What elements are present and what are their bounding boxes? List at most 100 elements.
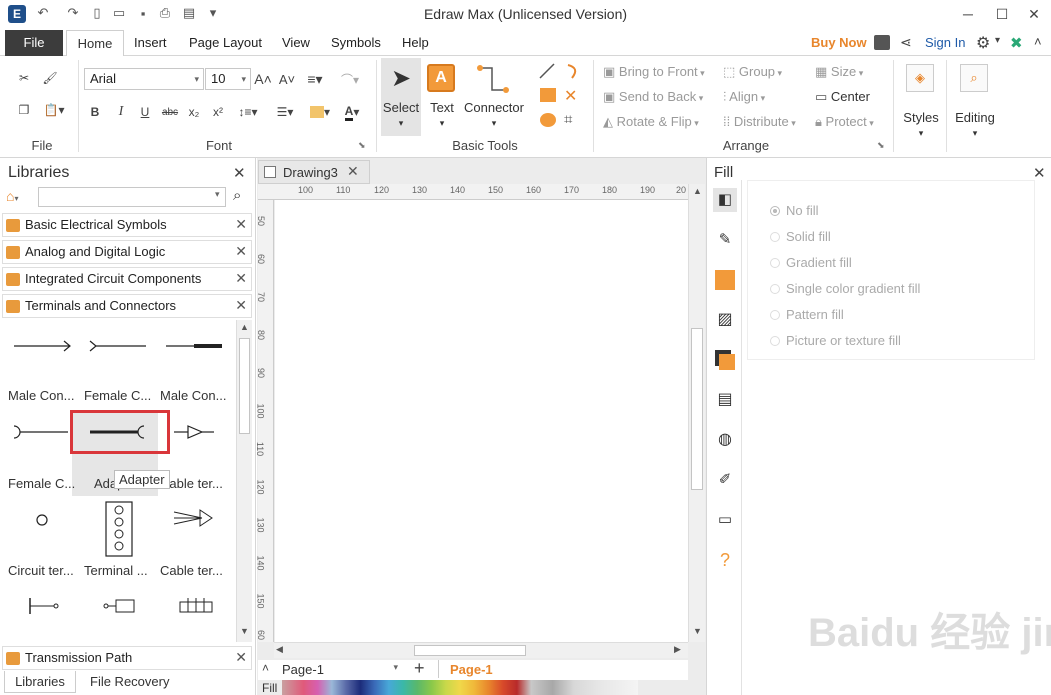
library-item-basic-electrical[interactable]: Basic Electrical Symbols ✕	[2, 213, 252, 237]
font-color-icon[interactable]: A ▾	[340, 103, 364, 121]
image-icon[interactable]: ▨	[713, 308, 737, 332]
layers-icon[interactable]	[713, 348, 737, 372]
edraw-apps-icon[interactable]: ✖	[1010, 34, 1023, 52]
close-libraries-icon[interactable]: ✕	[233, 164, 246, 182]
arc-tool-icon[interactable]	[564, 62, 582, 80]
symbol-cable-terminal-2[interactable]	[172, 506, 218, 530]
copy-icon[interactable]: ❐	[14, 100, 34, 120]
rotate-flip-button[interactable]: ◭ Rotate & Flip ▾	[603, 114, 699, 130]
fill-bucket-icon[interactable]: ◧	[713, 188, 737, 212]
close-library-icon[interactable]: ✕	[235, 270, 247, 287]
settings-dropdown-icon[interactable]: ▾	[995, 35, 1000, 46]
styles-button[interactable]: ◈ Styles ▾	[900, 60, 942, 146]
account-card-icon[interactable]	[874, 35, 890, 50]
font-name-select[interactable]: Arial ▾	[84, 68, 204, 90]
page-tab-active[interactable]: Page-1	[450, 662, 493, 677]
help-icon[interactable]: ?	[713, 548, 737, 572]
strikethrough-icon[interactable]: abc	[160, 103, 180, 121]
distribute-button[interactable]: ⁞⁞ Distribute ▾	[723, 114, 796, 129]
symbol-terminal-block[interactable]	[104, 500, 134, 558]
cut-icon[interactable]: ✂	[14, 68, 34, 88]
subscript-icon[interactable]: x₂	[186, 103, 202, 121]
symbol-female-connector-2[interactable]	[10, 422, 72, 442]
library-search-input[interactable]	[38, 187, 226, 207]
format-painter-icon[interactable]: 🖌	[40, 68, 60, 88]
symbol-socket[interactable]	[102, 596, 138, 616]
close-window-button[interactable]: ✕	[1014, 2, 1051, 26]
ribbon-collapse-icon[interactable]: ˄	[1034, 34, 1042, 49]
scroll-down-icon[interactable]: ▼	[693, 626, 702, 636]
fill-option-gradient[interactable]: Gradient fill	[770, 255, 852, 270]
shrink-font-icon[interactable]: A˅	[278, 69, 296, 89]
home-icon[interactable]: ⌂▾	[6, 188, 18, 204]
protect-button[interactable]: 🔒︎ Protect ▾	[815, 114, 874, 130]
scroll-thumb[interactable]	[239, 338, 250, 434]
align-button[interactable]: ⫶ Align ▾	[723, 89, 765, 105]
close-library-icon[interactable]: ✕	[235, 243, 247, 260]
line-tool-icon[interactable]	[538, 62, 556, 80]
tab-home[interactable]: Home	[66, 30, 124, 57]
tab-help[interactable]: Help	[402, 30, 429, 56]
library-item-terminals-connectors[interactable]: Terminals and Connectors ✕	[2, 294, 252, 318]
line-style-icon[interactable]: ✎	[713, 228, 737, 252]
text-align-icon[interactable]: ≡▾	[304, 69, 326, 89]
symbol-circuit-terminal[interactable]	[32, 510, 52, 530]
note-edit-icon[interactable]: ✐	[713, 468, 737, 492]
tab-page-layout[interactable]: Page Layout	[189, 30, 262, 56]
symbol-adapter[interactable]	[88, 422, 150, 442]
scroll-thumb[interactable]	[414, 645, 526, 656]
select-tool-button[interactable]: ➤ Select ▾	[381, 58, 421, 136]
cross-tool-icon[interactable]: ✕	[564, 86, 577, 106]
scroll-left-icon[interactable]: ◀	[276, 644, 283, 655]
underline-icon[interactable]: U	[138, 103, 152, 121]
symbol-terminal-strip[interactable]	[176, 596, 216, 616]
line-spacing-icon[interactable]: ↕≡▾	[234, 103, 262, 121]
close-library-icon[interactable]: ✕	[235, 297, 247, 314]
symbol-cable-terminal[interactable]	[172, 422, 218, 442]
symbol-female-connector[interactable]	[88, 336, 150, 356]
fill-option-picture-texture[interactable]: Picture or texture fill	[770, 333, 901, 348]
editing-button[interactable]: ⌕ Editing ▾	[952, 60, 998, 146]
color-palette[interactable]	[282, 680, 638, 695]
bold-icon[interactable]: B	[88, 103, 102, 121]
connector-tool-button[interactable]: Connector ▾	[462, 58, 526, 136]
size-button[interactable]: ▦ Size ▾	[815, 64, 863, 80]
close-library-icon[interactable]: ✕	[235, 216, 247, 233]
font-dialog-launcher-icon[interactable]: ⬊	[358, 140, 366, 151]
scroll-right-icon[interactable]: ▶	[674, 644, 681, 655]
file-menu[interactable]: File	[5, 30, 63, 56]
share-icon[interactable]: ⋖	[900, 34, 912, 51]
tab-insert[interactable]: Insert	[134, 30, 167, 56]
library-item-integrated-circuit[interactable]: Integrated Circuit Components ✕	[2, 267, 252, 291]
send-to-back-button[interactable]: ▣ Send to Back ▾	[603, 89, 703, 105]
close-library-icon[interactable]: ✕	[235, 649, 247, 666]
document-tab[interactable]: Drawing3 ✕	[258, 160, 370, 184]
library-scrollbar[interactable]: ▲ ▼	[236, 320, 252, 642]
italic-icon[interactable]: I	[114, 103, 128, 121]
center-button[interactable]: ▭ Center	[815, 89, 870, 105]
group-button[interactable]: ⬚ Group ▾	[723, 64, 782, 80]
superscript-icon[interactable]: x²	[210, 103, 226, 121]
rectangle-tool-icon[interactable]	[540, 88, 556, 102]
color-swatches[interactable]	[282, 680, 638, 695]
close-tab-icon[interactable]: ✕	[347, 163, 359, 180]
fill-option-solid[interactable]: Solid fill	[770, 229, 831, 244]
fill-option-pattern[interactable]: Pattern fill	[770, 307, 844, 322]
settings-gear-icon[interactable]: ⚙	[976, 33, 990, 53]
add-page-icon[interactable]: +	[414, 658, 425, 679]
scroll-thumb[interactable]	[691, 328, 703, 490]
sign-in-link[interactable]: Sign In	[925, 30, 965, 56]
tab-libraries[interactable]: Libraries	[4, 671, 76, 693]
search-icon[interactable]: ⌕	[233, 187, 241, 204]
shadow-icon[interactable]	[713, 268, 737, 292]
text-highlight-icon[interactable]: ▾	[306, 103, 334, 121]
comment-icon[interactable]: ▭	[713, 508, 737, 532]
buy-now-link[interactable]: Buy Now	[811, 30, 867, 56]
page-collapse-icon[interactable]: ˄	[262, 661, 269, 675]
font-size-select[interactable]: 10 ▾	[205, 68, 251, 90]
text-tool-button[interactable]: A Text ▾	[424, 58, 460, 136]
page-select[interactable]: Page-1 ▾	[282, 662, 400, 678]
paste-icon[interactable]: 📋▾	[40, 100, 68, 120]
bring-to-front-button[interactable]: ▣ Bring to Front ▾	[603, 64, 705, 80]
page-properties-icon[interactable]: ▤	[713, 388, 737, 412]
